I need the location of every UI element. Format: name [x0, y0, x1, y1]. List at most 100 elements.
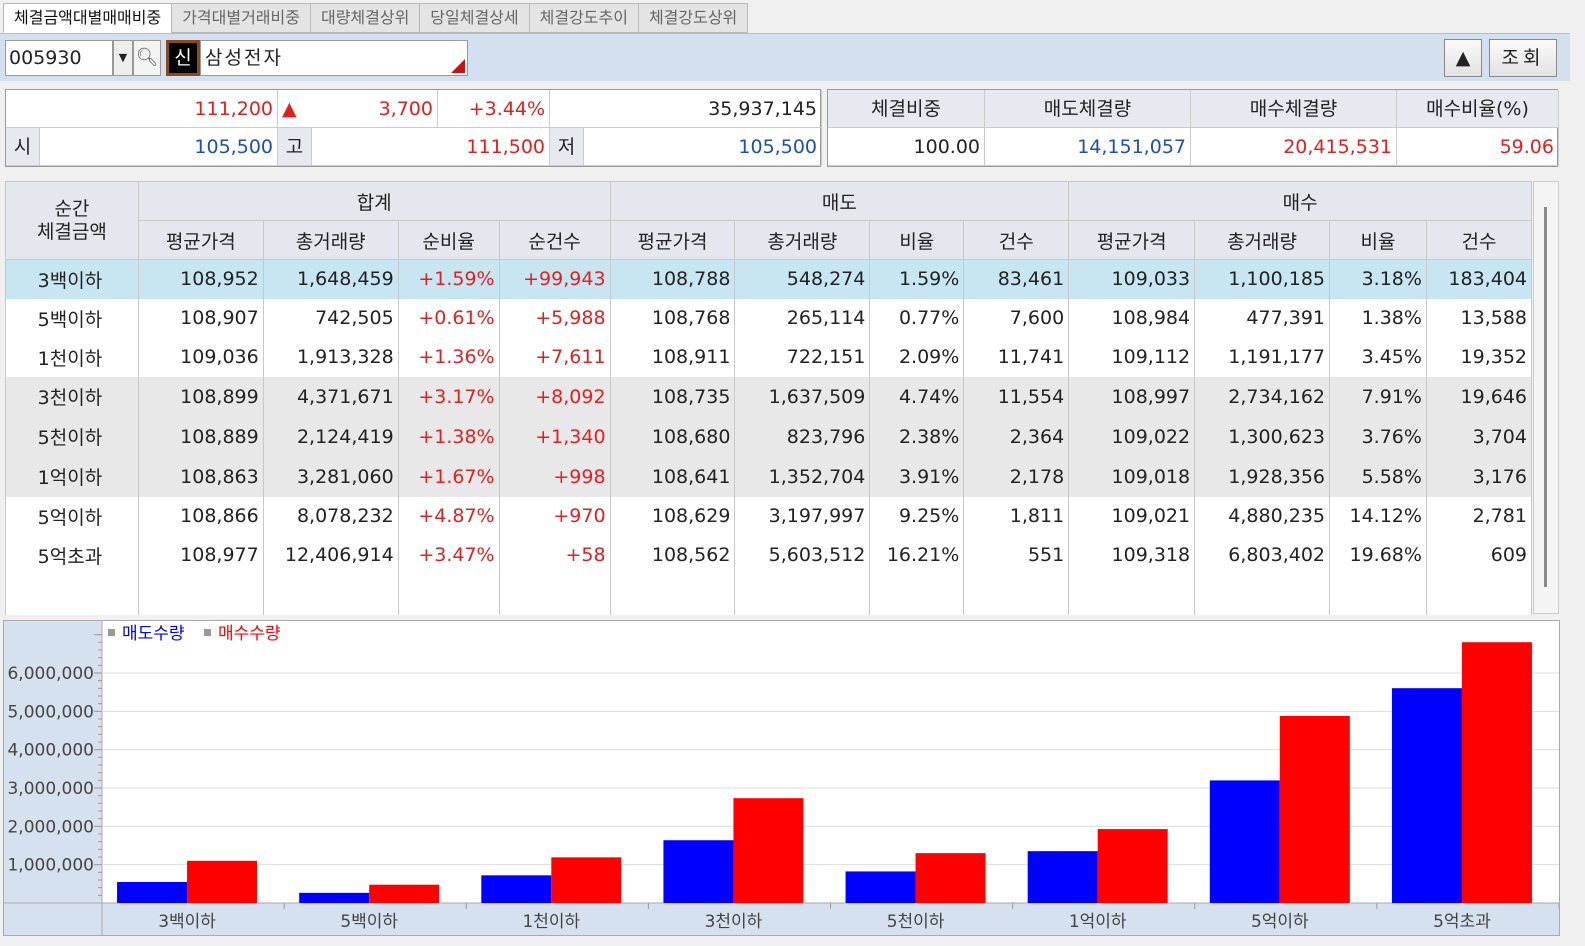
group-header: 매도	[609, 181, 1070, 221]
table-cell: 3백이하	[5, 259, 139, 299]
query-button[interactable]: 조회	[1489, 39, 1557, 77]
sell-bar[interactable]	[299, 892, 370, 903]
summary-panel: 체결비중 매도체결량 매수체결량 매수비율(%) 100.00 14,151,0…	[827, 89, 1559, 167]
low-price: 105,500	[584, 128, 822, 166]
table-row[interactable]: 1억이하 108,863 3,281,060 +1.67% +998 108,641 1,3…	[5, 456, 1533, 497]
table-cell: +99,943	[498, 259, 611, 299]
table-cell: 609	[1425, 535, 1533, 575]
table-cell: 477,391	[1194, 298, 1330, 338]
new-badge: 신	[166, 40, 200, 76]
buy-bar[interactable]	[1279, 715, 1350, 903]
change-amount: 3,700	[308, 90, 438, 128]
table-cell: 1.38%	[1329, 298, 1427, 338]
table-cell: 2,364	[963, 416, 1070, 457]
sell-bar[interactable]	[117, 881, 188, 903]
table-cell: +970	[498, 496, 611, 536]
table-cell: 108,907	[137, 298, 264, 338]
table-row[interactable]: 5억이하 108,866 8,078,232 +4.87% +970 108,629 3,1…	[5, 496, 1533, 536]
column-header[interactable]: 평균가격	[137, 220, 264, 260]
corner-line1: 순간	[54, 197, 90, 220]
column-header[interactable]: 평균가격	[1068, 220, 1196, 260]
stock-code-input[interactable]: 005930	[5, 40, 113, 76]
table-cell: +1.36%	[397, 337, 500, 377]
column-header[interactable]: 총거래량	[734, 220, 871, 260]
table-cell: 4,371,671	[262, 376, 399, 417]
x-tick-label: 3백이하	[158, 912, 216, 932]
table-row[interactable]: 1천이하 109,036 1,913,328 +1.36% +7,611 108,911 7…	[5, 337, 1533, 377]
column-header[interactable]: 비율	[869, 220, 965, 260]
sell-bar[interactable]	[1209, 780, 1280, 903]
table-cell: +0.61%	[397, 298, 500, 338]
table-cell: 1,648,459	[262, 259, 399, 299]
column-header[interactable]: 순비율	[397, 220, 500, 260]
table-cell: 1.59%	[869, 259, 965, 299]
column-header[interactable]: 총거래량	[262, 220, 399, 260]
table-row[interactable]: 5백이하 108,907 742,505 +0.61% +5,988 108,768 265…	[5, 298, 1533, 338]
table-row[interactable]: 3백이하 108,952 1,648,459 +1.59% +99,943 108,788…	[5, 259, 1533, 299]
scrollbar[interactable]	[1533, 181, 1559, 614]
high-price: 111,500	[312, 128, 550, 166]
column-header[interactable]: 평균가격	[609, 220, 736, 260]
sell-bar[interactable]	[1027, 851, 1098, 903]
table-cell: 109,033	[1068, 259, 1196, 299]
search-icon[interactable]: 🔍︎	[133, 40, 161, 76]
table-cell: 5억이하	[5, 496, 139, 536]
table-cell: 109,318	[1068, 535, 1196, 575]
up-button[interactable]: ▲	[1444, 39, 1482, 77]
buy-bar[interactable]	[369, 884, 440, 903]
sell-bar[interactable]	[845, 871, 916, 903]
y-tick-label: 1,000,000	[7, 856, 94, 876]
buy-bar[interactable]	[187, 860, 258, 903]
chevron-down-icon[interactable]: ▼	[113, 40, 133, 76]
x-axis-panel	[4, 903, 1559, 935]
buy-bar[interactable]	[915, 853, 986, 903]
y-tick-label: 2,000,000	[7, 817, 94, 837]
tab-1[interactable]: 가격대별거래비중	[171, 3, 311, 33]
column-header[interactable]: 총거래량	[1194, 220, 1330, 260]
empty-cell	[498, 574, 611, 615]
table-cell: 2,734,162	[1194, 376, 1330, 417]
column-header[interactable]: 비율	[1329, 220, 1427, 260]
table-cell: +7,611	[498, 337, 611, 377]
buy-bar[interactable]	[1461, 642, 1532, 903]
corner-header: 순간 체결금액	[5, 181, 139, 260]
sell-bar[interactable]	[1391, 688, 1462, 903]
table-row[interactable]: 5억초과 108,977 12,406,914 +3.47% +58 108,562 5,6…	[5, 535, 1533, 575]
tab-2[interactable]: 대량체결상위	[309, 3, 421, 33]
column-header[interactable]: 건수	[963, 220, 1070, 260]
table-cell: 108,997	[1068, 376, 1196, 417]
x-tick-label: 1천이하	[522, 912, 580, 932]
tab-4[interactable]: 체결강도추이	[528, 3, 639, 33]
table-cell: +4.87%	[397, 496, 500, 536]
sell-bar[interactable]	[663, 840, 734, 903]
buy-bar[interactable]	[551, 857, 622, 903]
stock-name-field[interactable]: 삼성전자	[200, 40, 468, 76]
buy-bar[interactable]	[733, 798, 804, 903]
table-cell: 83,461	[963, 259, 1070, 299]
table-cell: 108,641	[609, 456, 736, 497]
table-cell: 823,796	[734, 416, 871, 457]
tab-3[interactable]: 당일체결상세	[419, 3, 530, 33]
buy-bar[interactable]	[1097, 829, 1168, 903]
column-header[interactable]: 건수	[1425, 220, 1533, 260]
table-cell: 12,406,914	[262, 535, 399, 575]
bar-chart: 1,000,000 2,000,000 3,000,000 4,000,000 5,00…	[4, 621, 1560, 935]
table-cell: 14.12%	[1329, 496, 1427, 536]
table-cell: 16.21%	[869, 535, 965, 575]
table-cell: 183,404	[1425, 259, 1533, 299]
sell-bar[interactable]	[481, 875, 552, 903]
high-label: 고	[278, 128, 312, 166]
table-row[interactable]: 3천이하 108,899 4,371,671 +3.17% +8,092 108,735 1…	[5, 376, 1533, 417]
tab-5[interactable]: 체결강도상위	[637, 3, 749, 33]
table-cell: 109,022	[1068, 416, 1196, 457]
empty-cell	[734, 574, 871, 615]
table-cell: 19,646	[1425, 376, 1533, 417]
table-cell: 1,191,177	[1194, 337, 1330, 377]
table-row[interactable]: 5천이하 108,889 2,124,419 +1.38% +1,340 108,680 8…	[5, 416, 1533, 457]
summary-header: 매수비율(%)	[1397, 90, 1559, 128]
column-header[interactable]: 순건수	[498, 220, 611, 260]
sell-volume: 14,151,057	[985, 128, 1191, 166]
table-cell: 108,889	[137, 416, 264, 457]
tab-0[interactable]: 체결금액대별매매비중	[3, 3, 173, 33]
scrollbar-thumb[interactable]	[1544, 207, 1547, 587]
